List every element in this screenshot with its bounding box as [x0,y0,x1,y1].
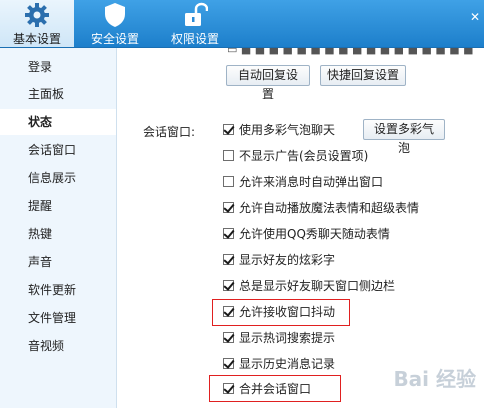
option-label: 显示好友的炫彩字 [239,253,336,267]
checkbox[interactable] [223,332,234,343]
option-label: 总是显示好友聊天窗口侧边栏 [239,279,396,293]
sidebar-item-session-window[interactable]: 会话窗口 [0,137,116,163]
checkbox[interactable] [223,150,234,161]
checkbox[interactable] [223,280,234,291]
sidebar-item-sound[interactable]: 声音 [0,249,116,275]
tab-label: 基本设置 [12,32,61,46]
tab-label: 权限设置 [170,32,219,46]
checkbox[interactable] [223,124,234,135]
shield-icon [103,2,127,31]
option-label: 显示热词搜索提示 [239,331,336,345]
set-colorful-bubble-button[interactable]: 设置多彩气泡 [363,119,445,155]
unlock-icon [182,2,209,31]
top-toolbar: 基本设置 安全设置 权限设置 ✕ [0,0,484,48]
sidebar-item-file-management[interactable]: 文件管理 [0,305,116,331]
checkbox[interactable] [223,254,234,265]
option-label: 允许接收窗口抖动 [239,305,336,319]
sidebar-item-login[interactable]: 登录 [0,54,116,80]
sidebar-item-software-update[interactable]: 软件更新 [0,277,116,303]
gear-icon [24,2,50,31]
checkbox[interactable] [223,176,234,187]
sidebar-item-status[interactable]: 状态 [0,109,116,135]
tab-basic-settings[interactable]: 基本设置 [0,0,74,47]
sidebar-item-reminders[interactable]: 提醒 [0,193,116,219]
tab-label: 安全设置 [90,32,139,46]
watermark: Bai 经验 [393,367,476,391]
auto-reply-settings-button[interactable]: 自动回复设置 [226,65,310,101]
tab-permission-settings[interactable]: 权限设置 [160,0,230,47]
option-label: 不显示广告(会员设置项) [239,149,369,163]
sidebar-item-audio-video[interactable]: 音视频 [0,333,116,359]
sidebar-item-main-panel[interactable]: 主面板 [0,81,116,107]
settings-content: ▭ ■ ■ ■ ■ ■ ■ ■ ■ ■ ■ ■ ■ ■ ■ ■ ■ ■ 自动回复… [117,48,484,408]
checkbox[interactable] [223,358,234,369]
sidebar-item-info-display[interactable]: 信息展示 [0,165,116,191]
checkbox[interactable] [223,228,234,239]
sidebar-item-hotkeys[interactable]: 热键 [0,221,116,247]
option-label: 合并会话窗口 [239,382,312,396]
option-label: 允许来消息时自动弹出窗口 [239,175,384,189]
option-label: 允许使用QQ秀聊天随动表情 [239,227,390,241]
tab-security-settings[interactable]: 安全设置 [80,0,150,47]
option-label: 显示历史消息记录 [239,357,336,371]
checkbox[interactable] [223,306,234,317]
option-label: 使用多彩气泡聊天 [239,123,336,137]
close-icon[interactable]: ✕ [470,10,480,24]
option-label: 允许自动播放魔法表情和超级表情 [239,201,420,215]
checkbox[interactable] [223,202,234,213]
quick-reply-settings-button[interactable]: 快捷回复设置 [320,65,406,86]
sidebar: 登录 主面板 状态 会话窗口 信息展示 提醒 热键 声音 软件更新 文件管理 音… [0,48,117,408]
session-window-label: 会话窗口: [143,125,196,139]
checkbox[interactable] [223,383,234,394]
clipped-option-row: ▭ ■ ■ ■ ■ ■ ■ ■ ■ ■ ■ ■ ■ ■ ■ ■ ■ ■ [227,48,474,56]
